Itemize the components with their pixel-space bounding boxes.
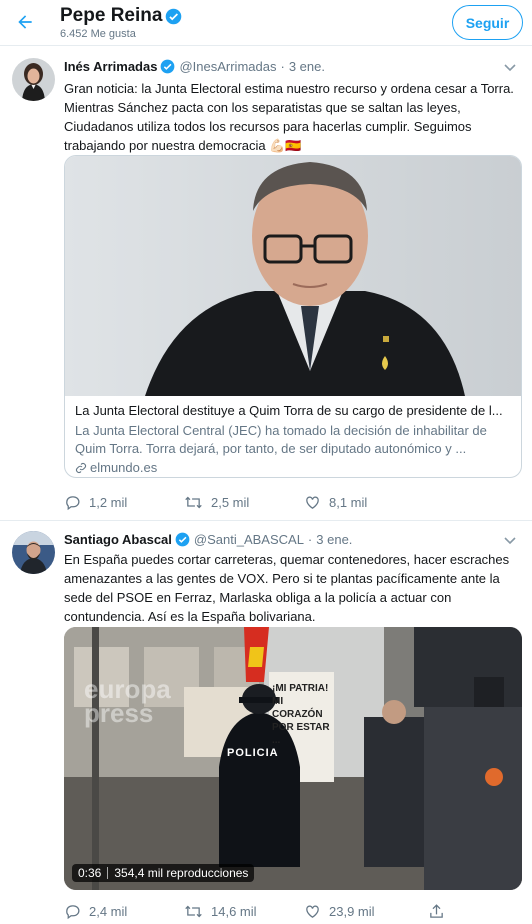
tweet[interactable]: Inés Arrimadas @InesArrimadas · 3 ene. G… [0, 47, 532, 521]
tweet-header: Santiago Abascal @Santi_ABASCAL · 3 ene. [64, 532, 352, 547]
video-thumbnail [64, 627, 522, 890]
likes-count: 6.452 Me gusta [60, 28, 136, 40]
separator-dot: · [307, 532, 313, 547]
tweet-actions: 1,2 mil 2,5 mil 8,1 mil [64, 494, 504, 511]
retweet-count: 14,6 mil [211, 904, 257, 919]
card-domain: elmundo.es [90, 460, 158, 475]
arrow-left-icon [18, 15, 32, 29]
heart-icon [306, 905, 319, 918]
chevron-down-icon [504, 537, 516, 545]
like-count: 8,1 mil [329, 495, 368, 510]
verified-badge-icon [166, 8, 182, 24]
video-watermark: europa press [84, 674, 171, 728]
tweet-menu-button[interactable] [502, 536, 518, 546]
retweet-icon [185, 496, 202, 509]
tweet-menu-button[interactable] [502, 63, 518, 73]
verified-badge-icon [175, 532, 190, 547]
tweet-actions: 2,4 mil 14,6 mil 23,9 mil [64, 903, 504, 920]
protest-sign: ¡MI PATRIA! MI CORAZÓN POR ESTAR ... [272, 683, 330, 746]
tweet-date[interactable]: 3 ene. [316, 532, 352, 547]
chevron-down-icon [504, 64, 516, 72]
reply-icon [66, 496, 80, 511]
tweet[interactable]: Santiago Abascal @Santi_ABASCAL · 3 ene.… [0, 522, 532, 924]
reply-count: 2,4 mil [89, 904, 128, 919]
profile-header: Pepe Reina 6.452 Me gusta Seguir [0, 0, 532, 46]
tweet-header: Inés Arrimadas @InesArrimadas · 3 ene. [64, 59, 325, 74]
follow-button[interactable]: Seguir [452, 5, 523, 40]
like-button[interactable]: 8,1 mil [304, 494, 424, 511]
card-title: La Junta Electoral destituye a Quim Torr… [75, 403, 503, 418]
reply-button[interactable]: 1,2 mil [64, 494, 184, 511]
like-count: 23,9 mil [329, 904, 375, 919]
avatar[interactable] [12, 58, 55, 101]
retweet-button[interactable]: 14,6 mil [184, 903, 304, 920]
tweet-text: Gran noticia: la Junta Electoral estima … [64, 81, 514, 153]
verified-badge-icon [161, 59, 175, 74]
back-button[interactable] [12, 9, 38, 35]
link-icon [75, 462, 87, 473]
card-domain-row: elmundo.es [75, 460, 511, 475]
tweet-date[interactable]: 3 ene. [289, 59, 325, 74]
video-info-badge: 0:36 354,4 mil reproducciones [72, 864, 255, 882]
reply-count: 1,2 mil [89, 495, 128, 510]
author-handle[interactable]: @InesArrimadas [179, 59, 276, 74]
author-handle[interactable]: @Santi_ABASCAL [194, 532, 304, 547]
card-image [65, 156, 521, 396]
tweet-text: En España puedes cortar carreteras, quem… [64, 552, 510, 624]
video-player[interactable]: europa press POLICIA ¡MI PATRIA! MI CORA… [64, 627, 522, 890]
avatar[interactable] [12, 531, 55, 574]
share-icon [430, 904, 443, 918]
video-views: 354,4 mil reproducciones [114, 866, 249, 880]
link-card[interactable]: La Junta Electoral destituye a Quim Torr… [64, 155, 522, 478]
reply-icon [66, 905, 80, 920]
profile-name: Pepe Reina [60, 5, 163, 26]
retweet-button[interactable]: 2,5 mil [184, 494, 304, 511]
card-body: La Junta Electoral destituye a Quim Torr… [65, 396, 521, 477]
like-button[interactable]: 23,9 mil [304, 903, 424, 920]
retweet-count: 2,5 mil [211, 495, 250, 510]
police-label: POLICIA [227, 747, 279, 759]
reply-button[interactable]: 2,4 mil [64, 903, 184, 920]
profile-name-row: Pepe Reina [60, 5, 182, 27]
author-name[interactable]: Inés Arrimadas [64, 59, 157, 74]
separator-dot: · [280, 59, 285, 74]
author-name[interactable]: Santiago Abascal [64, 532, 172, 547]
share-button[interactable] [428, 903, 445, 920]
card-description: La Junta Electoral Central (JEC) ha toma… [75, 423, 487, 456]
retweet-icon [185, 905, 202, 918]
badge-divider [107, 867, 109, 879]
video-duration: 0:36 [78, 866, 102, 880]
heart-icon [306, 496, 319, 509]
